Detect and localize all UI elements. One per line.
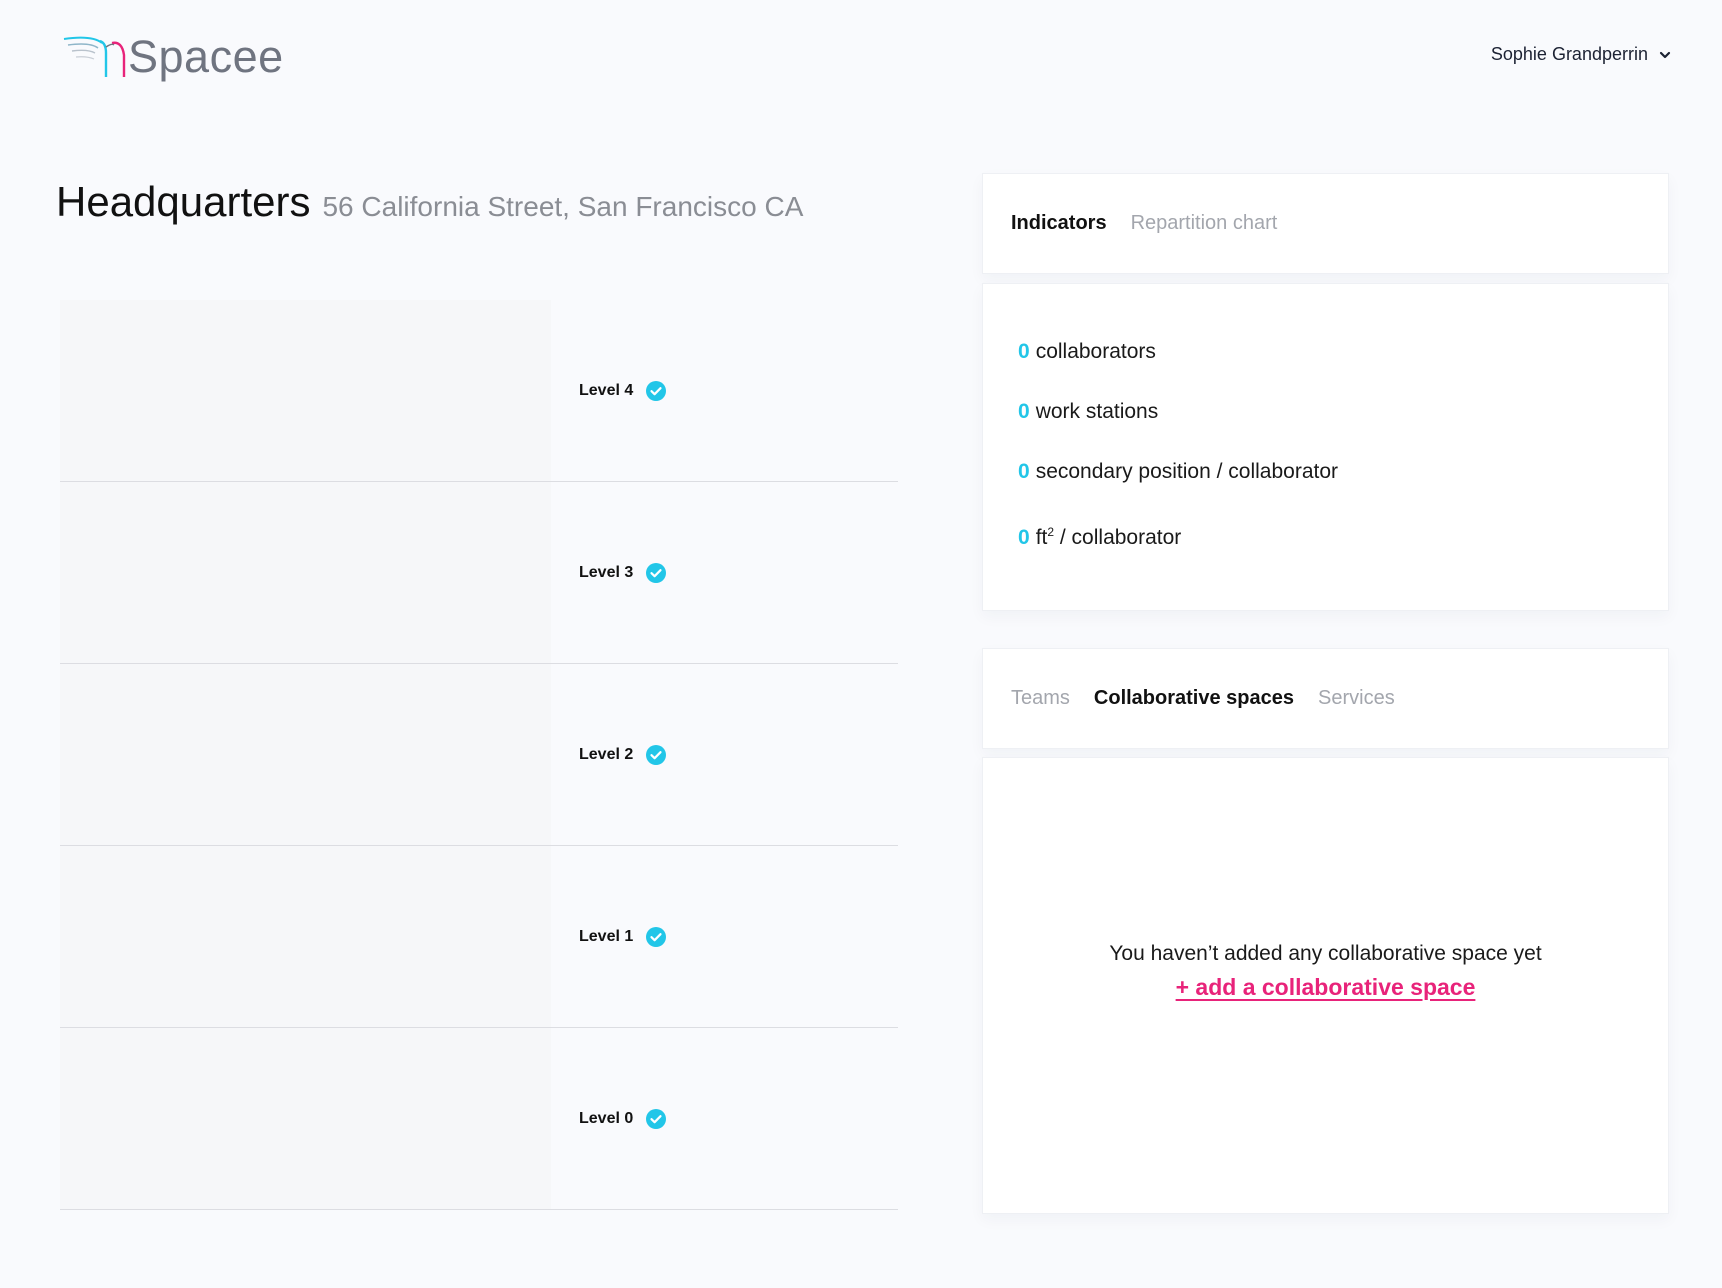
indicator-unit-exponent: 2 — [1047, 525, 1055, 539]
app-logo[interactable]: Spacee — [62, 30, 284, 84]
indicator-text: work stations — [1035, 400, 1159, 423]
level-floorplan-thumbnail[interactable] — [60, 664, 551, 845]
tab-services[interactable]: Services — [1318, 687, 1395, 710]
spacee-logo-icon — [63, 36, 126, 77]
app-name: Spacee — [128, 31, 284, 82]
indicator-unit: ft — [1035, 526, 1048, 549]
user-menu[interactable]: Sophie Grandperrin — [1491, 44, 1672, 65]
indicator-value: 0 — [1018, 400, 1030, 423]
indicator-work-stations: 0 work stations — [1018, 400, 1668, 424]
indicator-text: secondary position / collaborator — [1035, 460, 1339, 483]
empty-state: You haven’t added any collaborative spac… — [983, 942, 1668, 1001]
indicators-card: 0 collaborators 0 work stations 0 secondary… — [982, 283, 1669, 611]
level-floorplan-thumbnail[interactable] — [60, 300, 551, 481]
page-title: Headquarters — [56, 178, 311, 225]
indicator-value: 0 — [1018, 460, 1030, 483]
level-label: Level 3 — [579, 563, 634, 581]
indicators-list: 0 collaborators 0 work stations 0 secondary… — [983, 284, 1668, 550]
user-name: Sophie Grandperrin — [1490, 44, 1648, 64]
tab-collaborative-spaces[interactable]: Collaborative spaces — [1094, 687, 1294, 710]
indicators-tabs-card: Indicators Repartition chart — [982, 173, 1669, 274]
indicator-text: / collaborator — [1059, 526, 1182, 549]
indicator-value: 0 — [1018, 340, 1030, 363]
collaborative-spaces-card: You haven’t added any collaborative spac… — [982, 757, 1669, 1214]
check-circle-icon — [646, 926, 667, 947]
tab-teams[interactable]: Teams — [1011, 687, 1070, 710]
level-row-4[interactable]: Level 4 — [60, 300, 898, 482]
level-row-1[interactable]: Level 1 — [60, 846, 898, 1028]
building-address: 56 California Street, San Francisco CA — [322, 191, 804, 222]
indicator-value: 0 — [1018, 526, 1030, 549]
level-floorplan-thumbnail[interactable] — [60, 846, 551, 1027]
level-floorplan-thumbnail[interactable] — [60, 1028, 551, 1209]
spaces-tabs-card: Teams Collaborative spaces Services — [982, 648, 1669, 749]
spaces-tabs: Teams Collaborative spaces Services — [983, 649, 1668, 748]
levels-list: Level 4 Level 3 Level 2 Level 1 Level 0 — [60, 300, 898, 1210]
level-label: Level 0 — [579, 1109, 634, 1127]
check-circle-icon — [646, 562, 667, 583]
level-label: Level 1 — [579, 927, 634, 945]
level-label: Level 2 — [579, 745, 634, 763]
empty-state-message: You haven’t added any collaborative spac… — [1109, 942, 1542, 965]
level-floorplan-thumbnail[interactable] — [60, 482, 551, 663]
check-circle-icon — [646, 380, 667, 401]
level-label: Level 4 — [579, 381, 634, 399]
check-circle-icon — [646, 744, 667, 765]
page-header: Headquarters 56 California Street, San F… — [56, 178, 803, 226]
indicators-tabs: Indicators Repartition chart — [983, 174, 1668, 273]
page: Spacee Sophie Grandperrin Headquarters 5… — [0, 0, 1722, 1288]
indicator-text: collaborators — [1035, 340, 1156, 363]
indicator-area-per-collaborator: 0 ft2 / collaborator — [1018, 520, 1668, 550]
level-row-0[interactable]: Level 0 — [60, 1028, 898, 1210]
check-circle-icon — [646, 1108, 667, 1129]
tab-repartition-chart[interactable]: Repartition chart — [1131, 212, 1278, 235]
level-row-2[interactable]: Level 2 — [60, 664, 898, 846]
chevron-down-icon — [1659, 51, 1671, 58]
add-collaborative-space-link[interactable]: + add a collaborative space — [1176, 974, 1476, 1001]
tab-indicators[interactable]: Indicators — [1011, 212, 1107, 235]
level-row-3[interactable]: Level 3 — [60, 482, 898, 664]
indicator-collaborators: 0 collaborators — [1018, 340, 1668, 364]
indicator-secondary-position: 0 secondary position / collaborator — [1018, 460, 1668, 484]
